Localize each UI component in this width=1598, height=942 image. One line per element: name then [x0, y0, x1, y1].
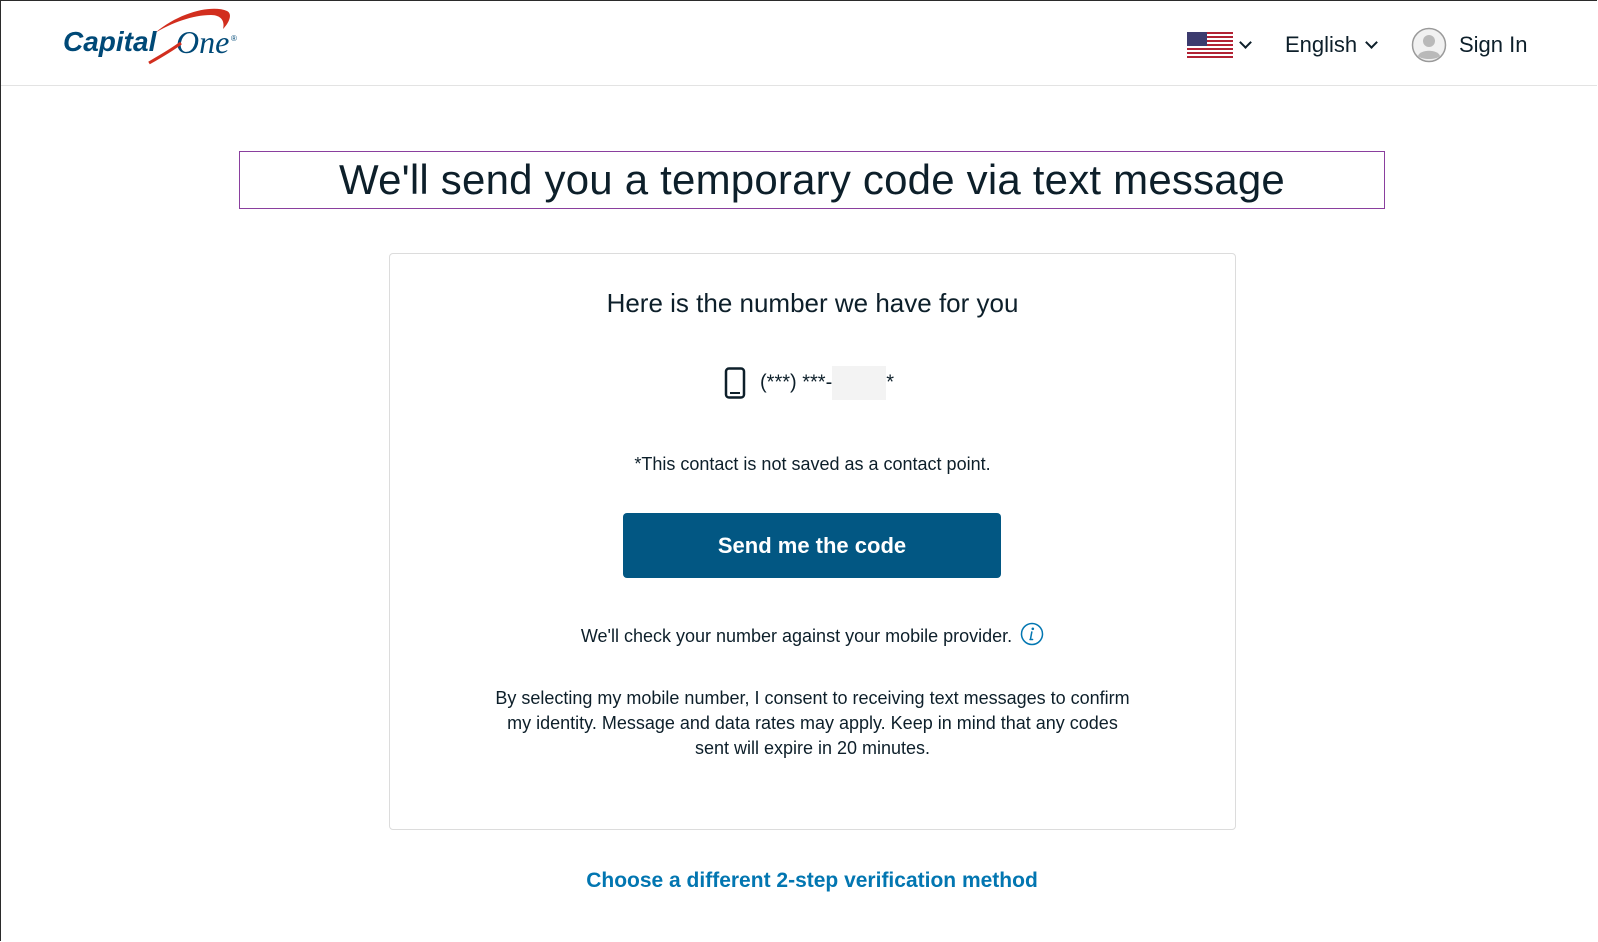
phone-number-row: (***) ***- *: [724, 366, 894, 400]
consent-text: By selecting my mobile number, I consent…: [495, 688, 1130, 758]
mobile-phone-icon: [724, 367, 746, 399]
verification-card: Here is the number we have for you (***)…: [389, 253, 1236, 830]
country-selector[interactable]: [1187, 31, 1252, 59]
choose-different-method-link[interactable]: Choose a different 2-step verification m…: [1, 869, 1597, 893]
redacted-digits: [832, 366, 887, 400]
masked-phone-number: (***) ***- *: [760, 366, 894, 400]
svg-text:®: ®: [231, 34, 237, 43]
provider-check-row: We'll check your number against your mob…: [390, 622, 1235, 647]
card-heading: Here is the number we have for you: [606, 288, 1019, 318]
page-title-box: We'll send you a temporary code via text…: [239, 151, 1385, 209]
language-selector[interactable]: English: [1285, 29, 1379, 61]
capital-one-logo[interactable]: Capital One ®: [63, 5, 243, 69]
user-avatar-icon: [1411, 27, 1447, 63]
us-flag-icon: [1187, 32, 1233, 58]
chevron-down-icon: [1365, 36, 1379, 49]
chevron-down-icon: [1239, 36, 1252, 49]
logo-one-text: One: [176, 24, 229, 60]
phone-suffix: *: [886, 371, 895, 394]
language-label: English: [1285, 32, 1358, 57]
page-title: We'll send you a temporary code via text…: [339, 156, 1285, 203]
info-icon[interactable]: [1020, 622, 1044, 646]
phone-prefix: (***) ***-: [760, 371, 833, 394]
capital-one-logo-mark: Capital One ®: [63, 8, 237, 65]
top-header: Capital One ® English Sign In: [1, 1, 1597, 86]
send-code-button[interactable]: Send me the code: [623, 513, 1001, 578]
contact-note: *This contact is not saved as a contact …: [634, 454, 991, 474]
sign-in-label: Sign In: [1459, 32, 1528, 57]
logo-capital-text: Capital: [63, 26, 158, 57]
info-circle-icon: [1020, 622, 1044, 645]
page: Capital One ® English Sign In We'll send…: [0, 0, 1597, 941]
provider-check-text: We'll check your number against your mob…: [580, 626, 1013, 646]
sign-in-link[interactable]: Sign In: [1411, 25, 1528, 65]
